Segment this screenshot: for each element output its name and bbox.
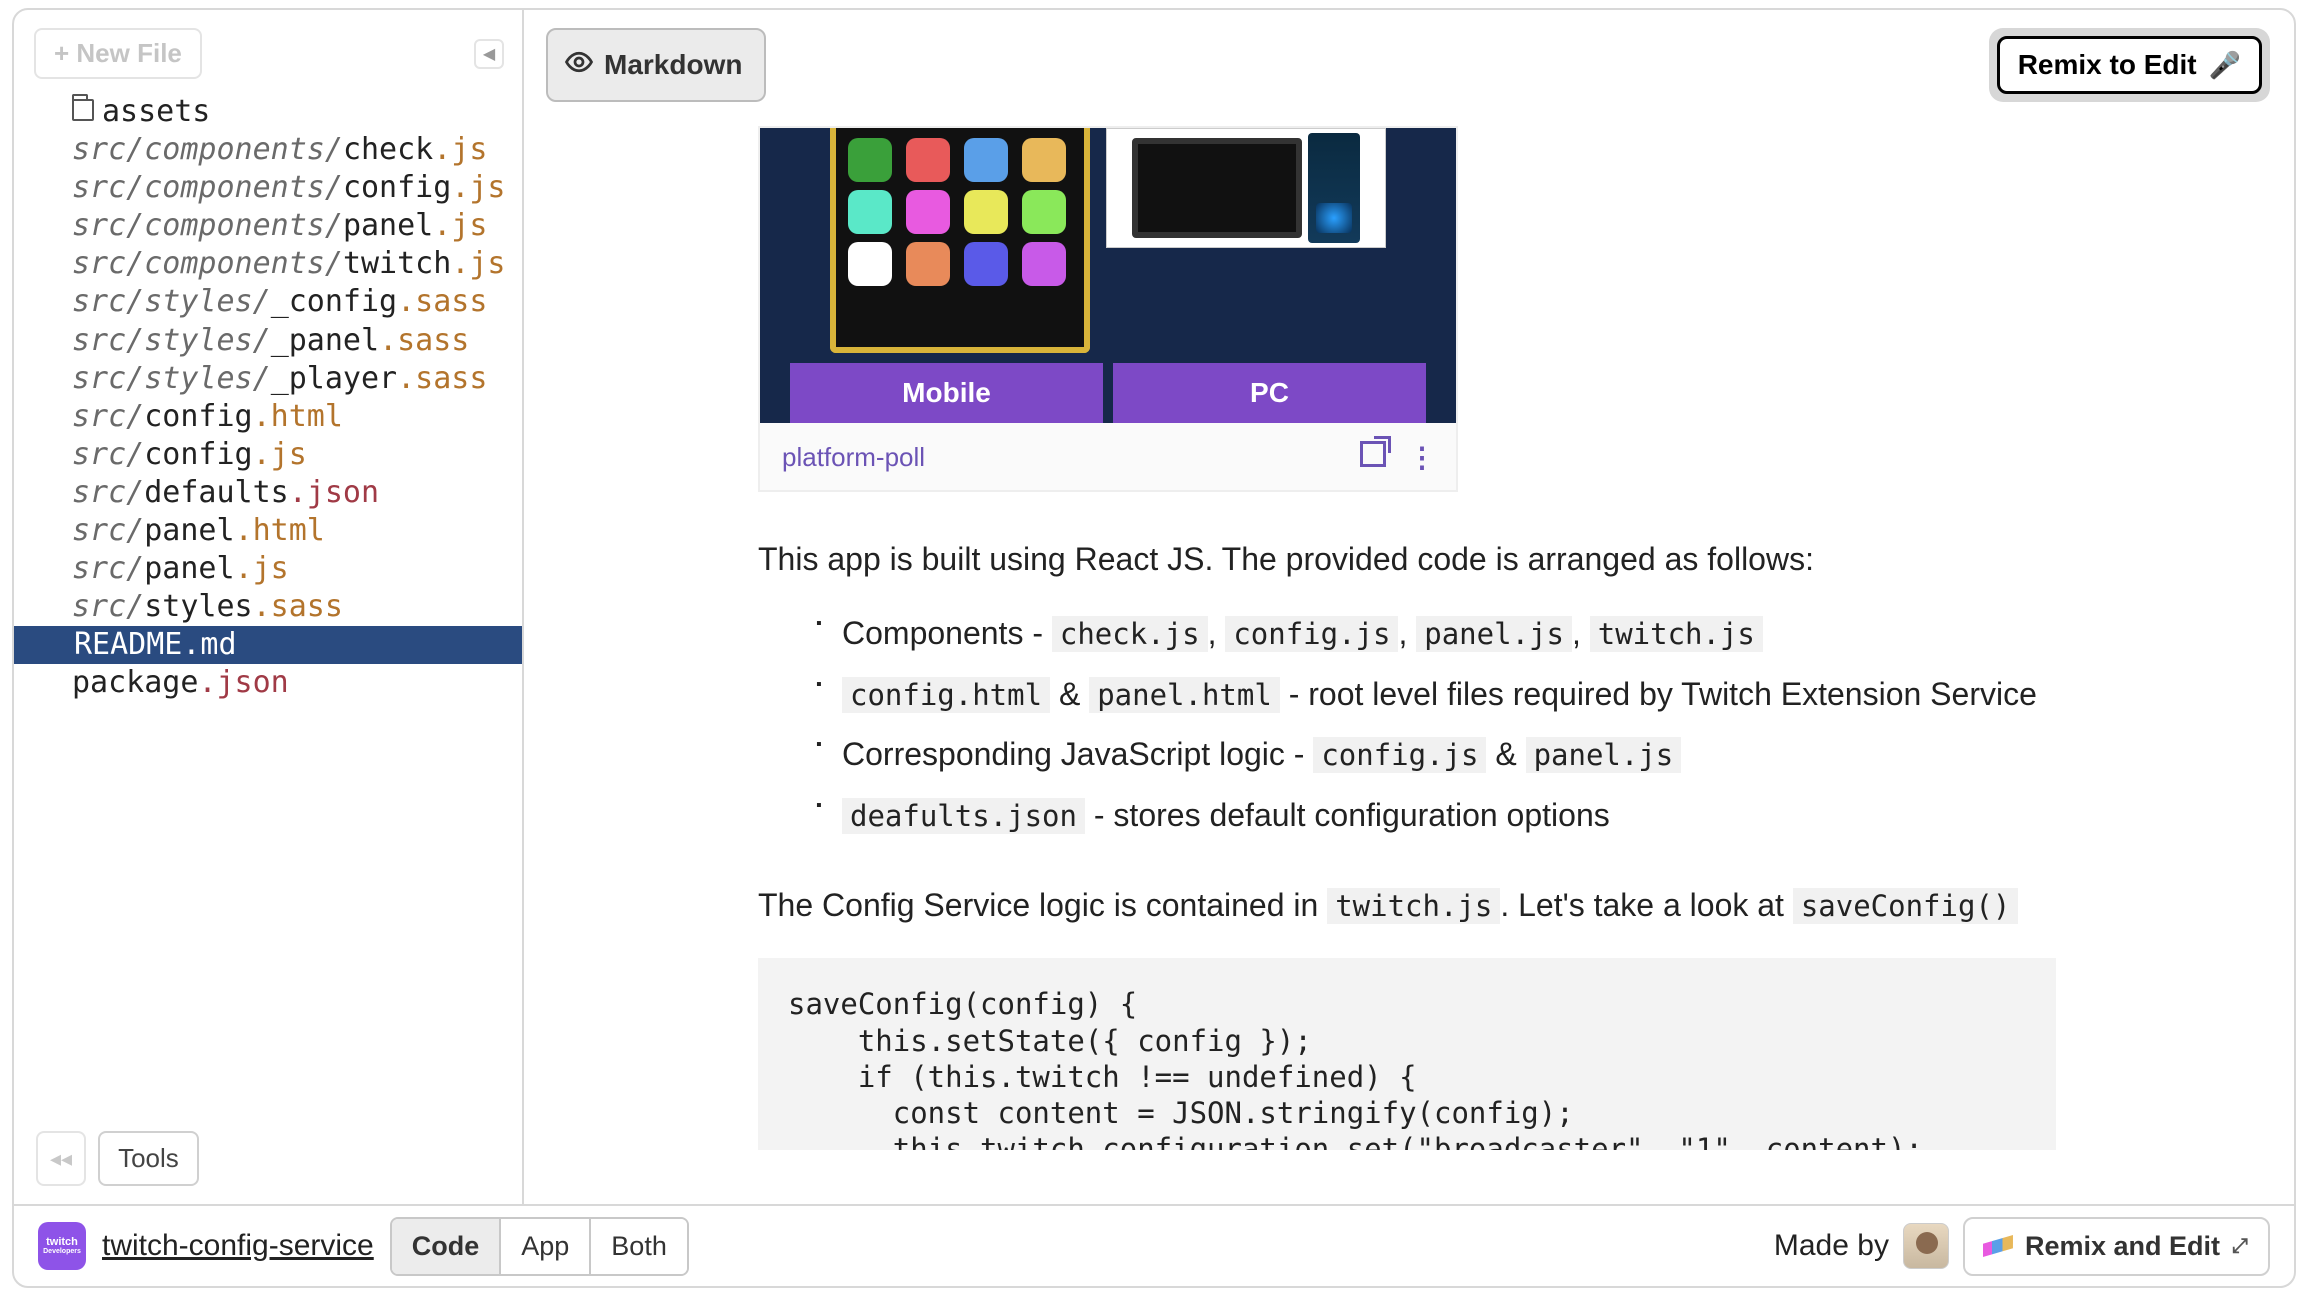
preview-graphic [760, 128, 1456, 353]
bottom-left: twitchDevelopers twitch-config-service C… [38, 1217, 689, 1276]
file-sidebar: + New File ◀ assetssrc/components/check.… [14, 10, 524, 1204]
file-row[interactable]: src/panel.html [14, 512, 522, 550]
remix-and-edit-label: Remix and Edit [2025, 1231, 2220, 1262]
main-area: + New File ◀ assetssrc/components/check.… [14, 10, 2294, 1204]
markdown-toggle-label: Markdown [604, 49, 742, 81]
glitch-logo-icon [1983, 1235, 2013, 1257]
sidebar-top: + New File ◀ [14, 28, 522, 89]
project-name-link[interactable]: twitch-config-service [102, 1229, 374, 1263]
pc-mockup [1106, 128, 1386, 248]
code-block: saveConfig(config) { this.setState({ con… [758, 958, 2056, 1150]
list-item: Corresponding JavaScript logic - config.… [816, 731, 2056, 777]
list-item: Components - check.js, config.js, panel.… [816, 610, 2056, 656]
file-row[interactable]: src/components/config.js [14, 169, 522, 207]
poll-buttons: Mobile PC [760, 353, 1456, 423]
view-segmented-control: CodeAppBoth [390, 1217, 689, 1276]
file-row[interactable]: src/styles/_panel.sass [14, 322, 522, 360]
wand-icon: 🎤 [2209, 50, 2241, 81]
document-body: Mobile PC platform-poll ⋮ This app is bu… [524, 102, 2294, 1204]
file-row[interactable]: src/components/twitch.js [14, 245, 522, 283]
file-row[interactable]: src/styles/_player.sass [14, 360, 522, 398]
list-item: deafults.json - stores default configura… [816, 792, 2056, 838]
file-row[interactable]: src/components/panel.js [14, 207, 522, 245]
folder-icon [72, 99, 94, 121]
phone-mockup [830, 128, 1090, 353]
file-row[interactable]: src/panel.js [14, 550, 522, 588]
file-row[interactable]: src/styles.sass [14, 588, 522, 626]
bottom-right: Made by Remix and Edit ⤢ [1774, 1217, 2270, 1276]
doc-list: Components - check.js, config.js, panel.… [816, 610, 2056, 838]
file-row[interactable]: src/config.js [14, 436, 522, 474]
twitch-dev-badge-icon: twitchDevelopers [38, 1222, 86, 1270]
remix-to-edit-button[interactable]: Remix to Edit 🎤 [1997, 36, 2262, 94]
remix-to-edit-label: Remix to Edit [2018, 49, 2197, 81]
file-row[interactable]: src/styles/_config.sass [14, 283, 522, 321]
tools-button[interactable]: Tools [98, 1131, 199, 1186]
rewind-button[interactable]: ◂◂ [36, 1131, 86, 1186]
app-frame: + New File ◀ assetssrc/components/check.… [12, 8, 2296, 1288]
remix-button-wrap: Remix to Edit 🎤 [1989, 28, 2270, 102]
file-list: assetssrc/components/check.jssrc/compone… [14, 89, 522, 1113]
content-header: Markdown Remix to Edit 🎤 [524, 10, 2294, 102]
file-row[interactable]: src/defaults.json [14, 474, 522, 512]
eye-icon [564, 47, 594, 84]
doc-paragraph: The Config Service logic is contained in… [758, 882, 2056, 928]
made-by-label: Made by [1774, 1229, 1889, 1263]
view-tab-app[interactable]: App [501, 1219, 591, 1274]
new-file-button[interactable]: + New File [34, 28, 202, 79]
bottom-bar: twitchDevelopers twitch-config-service C… [14, 1204, 2294, 1286]
preview-card-label: platform-poll [782, 442, 925, 473]
file-row[interactable]: src/config.html [14, 398, 522, 436]
extension-preview-card: Mobile PC platform-poll ⋮ [758, 126, 1458, 492]
more-icon: ⋮ [1408, 441, 1434, 474]
poll-pc-button: PC [1113, 363, 1426, 423]
author-avatar[interactable] [1903, 1223, 1949, 1269]
doc-paragraph: This app is built using React JS. The pr… [758, 536, 2056, 582]
popout-icon [1360, 441, 1386, 467]
file-row[interactable]: src/components/check.js [14, 131, 522, 169]
preview-card-footer: platform-poll ⋮ [760, 423, 1456, 482]
poll-mobile-button: Mobile [790, 363, 1103, 423]
collapse-sidebar-button[interactable]: ◀ [474, 39, 504, 69]
file-row[interactable]: package.json [14, 664, 522, 702]
file-row[interactable]: README.md [14, 626, 522, 664]
file-row[interactable]: assets [14, 93, 522, 131]
content-pane: Markdown Remix to Edit 🎤 [524, 10, 2294, 1204]
sidebar-bottom: ◂◂ Tools [14, 1113, 522, 1204]
expand-icon: ⤢ [2232, 1238, 2250, 1254]
markdown-toggle-button[interactable]: Markdown [546, 28, 766, 102]
remix-and-edit-button[interactable]: Remix and Edit ⤢ [1963, 1217, 2270, 1276]
view-tab-both[interactable]: Both [591, 1219, 687, 1274]
view-tab-code[interactable]: Code [392, 1219, 502, 1274]
list-item: config.html & panel.html - root level fi… [816, 671, 2056, 717]
